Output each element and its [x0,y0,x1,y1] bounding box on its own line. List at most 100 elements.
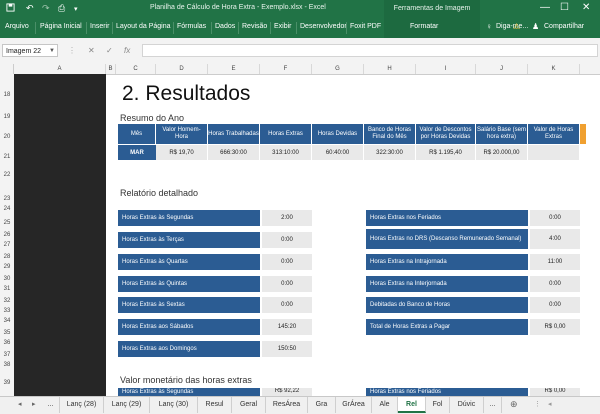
customize-quick-access-icon[interactable]: ▾ [74,5,78,13]
detail-label[interactable]: Horas Extras aos Domingos [118,341,260,357]
row-header[interactable]: 30 [0,276,14,282]
sheet-tab[interactable]: Lanç (28) [60,397,104,413]
row-header[interactable]: 38 [0,362,14,368]
sheet-tab[interactable]: Lanç (30) [150,397,198,413]
tab-formulas[interactable]: Fórmulas [177,23,206,30]
scroll-tabs-right-icon[interactable]: ▸ [32,400,36,408]
summary-cell[interactable]: R$ 20.000,00 [476,145,528,160]
column-header-f[interactable]: F [260,64,312,74]
row-header[interactable]: 35 [0,330,14,336]
detail-value[interactable]: R$ 0,00 [530,319,580,335]
row-header[interactable]: 18 [0,92,14,98]
tab-layout-da-pagina[interactable]: Layout da Página [116,23,171,30]
detail-label[interactable]: Total de Horas Extras a Pagar [366,319,528,335]
detail-value[interactable]: 0:00 [262,232,312,248]
sheet-tab-more-left[interactable]: ... [42,397,60,413]
column-header-i[interactable]: I [416,64,476,74]
tab-pagina-inicial[interactable]: Página Inicial [40,23,82,30]
row-header[interactable]: 32 [0,298,14,304]
summary-cell[interactable] [528,145,580,160]
scroll-left-icon[interactable]: ◂ [548,400,552,408]
detail-label[interactable]: Horas Extras nos Feriados [366,210,528,226]
column-header-d[interactable]: D [156,64,208,74]
detail-label[interactable]: Debitadas do Banco de Horas [366,297,528,313]
row-header[interactable]: 36 [0,340,14,346]
monetary-label[interactable]: Horas Extras às Segundas [118,388,260,396]
name-box[interactable]: Imagem 22 ▼ [2,44,58,57]
select-all-button[interactable] [0,64,14,74]
detail-value[interactable]: 0:00 [262,297,312,313]
summary-header[interactable]: Mês [118,124,156,144]
add-sheet-icon[interactable]: ⊕ [510,399,518,410]
image-column-a[interactable] [14,74,106,396]
summary-cell[interactable]: R$ 19,70 [156,145,208,160]
sheet-tab[interactable]: Ale [372,397,398,413]
detail-label[interactable]: Horas Extras às Segundas [118,210,260,226]
column-header-a[interactable]: A [14,64,106,74]
tab-arquivo[interactable]: Arquivo [5,23,29,30]
row-header[interactable]: 37 [0,352,14,358]
summary-cell[interactable]: 60:40:00 [312,145,364,160]
detail-label[interactable]: Horas Extras aos Sábados [118,319,260,335]
save-icon[interactable] [6,3,15,14]
row-header[interactable]: 29 [0,264,14,270]
formula-input[interactable] [142,44,598,57]
row-header[interactable]: 31 [0,286,14,292]
enter-icon[interactable]: ✓ [106,46,113,55]
row-header[interactable]: 34 [0,318,14,324]
chevron-down-icon[interactable]: ▼ [49,45,55,58]
sheet-tab[interactable]: ResÁrea [266,397,308,413]
tab-desenvolvedor[interactable]: Desenvolvedor [300,23,347,30]
tab-foxit-pdf[interactable]: Foxit PDF [350,23,381,30]
row-header[interactable]: 26 [0,232,14,238]
undo-icon[interactable]: ↶ [26,3,34,14]
row-header[interactable]: 27 [0,242,14,248]
detail-value[interactable]: 0:00 [262,254,312,270]
summary-header[interactable]: Banco de Horas Final do Mês [364,124,416,144]
detail-value[interactable]: 11:00 [530,254,580,270]
summary-cell[interactable]: R$ 1.195,40 [416,145,476,160]
summary-cell[interactable]: 313:10:00 [260,145,312,160]
detail-label[interactable]: Horas Extras às Sextas [118,297,260,313]
summary-cell[interactable]: 666:30:00 [208,145,260,160]
summary-month-cell[interactable]: MAR [118,145,156,160]
column-header-e[interactable]: E [208,64,260,74]
sheet-tab[interactable]: Fol [426,397,450,413]
monetary-value[interactable]: R$ 92,22 [262,388,312,396]
scroll-tabs-left-icon[interactable]: ◂ [18,400,22,408]
close-icon[interactable]: ✕ [582,2,590,13]
detail-value[interactable]: 0:00 [530,297,580,313]
detail-label[interactable]: Horas Extras às Quartas [118,254,260,270]
column-header-g[interactable]: G [312,64,364,74]
row-header[interactable]: 19 [0,114,14,120]
row-header[interactable]: 33 [0,308,14,314]
row-header[interactable]: 28 [0,254,14,260]
row-header[interactable]: 22 [0,172,14,178]
tab-inserir[interactable]: Inserir [90,23,109,30]
detail-label[interactable]: Horas Extras na Interjornada [366,276,528,292]
cancel-icon[interactable]: ✕ [88,46,95,55]
detail-value[interactable]: 150:50 [262,341,312,357]
minimize-icon[interactable]: — [540,2,550,13]
detail-value[interactable]: 0:00 [262,276,312,292]
monetary-value[interactable]: R$ 0,00 [530,388,580,396]
sheet-tab-more-right[interactable]: ... [484,397,502,413]
sheet-tab[interactable]: Dúvic [450,397,484,413]
detail-value[interactable]: 4:00 [530,229,580,249]
row-header[interactable]: 25 [0,220,14,226]
summary-cell[interactable]: 322:30:00 [364,145,416,160]
function-icon[interactable]: fx [124,46,130,55]
column-header-h[interactable]: H [364,64,416,74]
tab-formatar[interactable]: Formatar [410,23,438,30]
sheet-tab[interactable]: Lanç (29) [104,397,150,413]
column-header-j[interactable]: J [476,64,528,74]
detail-label[interactable]: Horas Extras às Terças [118,232,260,248]
summary-header[interactable]: Valor Homem-Hora [156,124,208,144]
print-preview-icon[interactable]: ⎙ [58,3,65,14]
row-header[interactable]: 21 [0,154,14,160]
tab-revisao[interactable]: Revisão [242,23,267,30]
sheet-tab[interactable]: Geral [232,397,266,413]
row-header[interactable]: 39 [0,380,14,386]
row-header[interactable]: 23 [0,196,14,202]
row-header[interactable]: 20 [0,134,14,140]
